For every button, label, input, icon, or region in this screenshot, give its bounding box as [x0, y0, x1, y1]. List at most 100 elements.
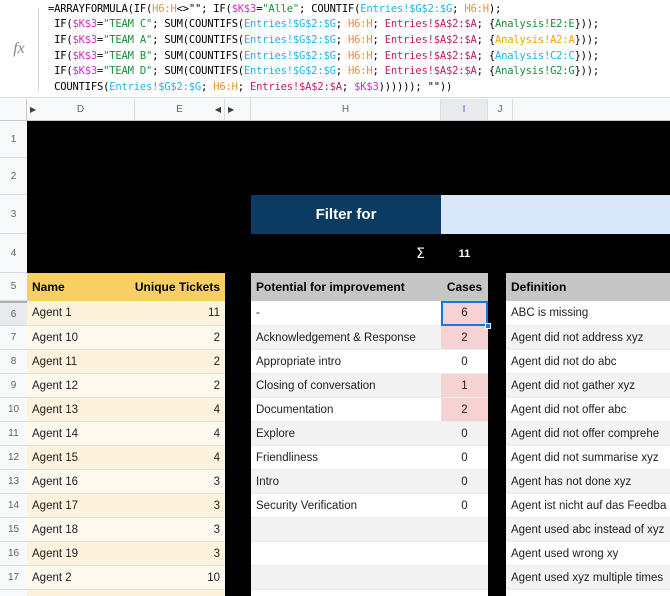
- definition-cell[interactable]: Agent ist nicht auf das Feedba: [506, 494, 670, 518]
- agent-name-cell[interactable]: Agent 17: [27, 494, 135, 518]
- agent-name-cell[interactable]: Agent 12: [27, 374, 135, 398]
- row-header-4[interactable]: 4: [0, 234, 27, 273]
- definition-cell[interactable]: Agent did not gather xyz: [506, 374, 670, 398]
- definition-cell[interactable]: Agent used xyz multiple times: [506, 566, 670, 590]
- potential-cases-cell[interactable]: 0: [441, 470, 488, 494]
- potential-cases-cell[interactable]: 2: [441, 326, 488, 350]
- potential-cases-cell[interactable]: [441, 566, 488, 590]
- potential-cases-cell[interactable]: [441, 542, 488, 566]
- potential-cases-cell[interactable]: 0: [441, 350, 488, 374]
- potential-cases-cell[interactable]: 0: [441, 446, 488, 470]
- definition-cell[interactable]: Agent did not address xyz: [506, 326, 670, 350]
- potential-cases-cell[interactable]: 0: [441, 422, 488, 446]
- agent-tickets-cell[interactable]: 11: [135, 301, 225, 326]
- filter-value-cell[interactable]: [441, 195, 670, 234]
- definition-cell[interactable]: Agent did not do abc: [506, 350, 670, 374]
- potential-label-cell[interactable]: [251, 542, 441, 566]
- row-header-15[interactable]: 15: [0, 518, 27, 542]
- agent-tickets-cell[interactable]: 10: [135, 566, 225, 590]
- potential-cases-cell[interactable]: 2: [441, 398, 488, 422]
- potential-label-cell[interactable]: Closing of conversation: [251, 374, 441, 398]
- potential-label-cell[interactable]: Explore: [251, 422, 441, 446]
- row-header-7[interactable]: 7: [0, 326, 27, 350]
- row-header-14[interactable]: 14: [0, 494, 27, 518]
- definition-cell[interactable]: ABC is missing: [506, 301, 670, 326]
- selection-fill-handle[interactable]: [485, 323, 491, 329]
- row-header-13[interactable]: 13: [0, 470, 27, 494]
- agent-name-cell[interactable]: Agent 11: [27, 350, 135, 374]
- agent-tickets-cell[interactable]: 2: [135, 350, 225, 374]
- potential-label-cell[interactable]: Intro: [251, 470, 441, 494]
- potential-label-cell[interactable]: Acknowledgement & Response: [251, 326, 441, 350]
- expand-right-icon-2[interactable]: ▶: [228, 105, 234, 114]
- potential-label-cell[interactable]: Documentation: [251, 398, 441, 422]
- row-header-8[interactable]: 8: [0, 350, 27, 374]
- header-definition: Definition: [506, 273, 670, 301]
- agent-name-cell[interactable]: Agent 10: [27, 326, 135, 350]
- potential-label-cell[interactable]: -: [251, 301, 441, 326]
- agent-tickets-cell[interactable]: 3: [135, 470, 225, 494]
- column-header-e[interactable]: E ◀: [135, 99, 225, 120]
- row-header-16[interactable]: 16: [0, 542, 27, 566]
- row-header-1[interactable]: 1: [0, 121, 27, 158]
- agent-name-cell[interactable]: Agent 18: [27, 518, 135, 542]
- agent-tickets-cell[interactable]: 3: [135, 590, 225, 596]
- potential-label-cell[interactable]: Friendliness: [251, 446, 441, 470]
- potential-cases-cell[interactable]: [441, 590, 488, 596]
- potential-label-cell[interactable]: Appropriate intro: [251, 350, 441, 374]
- select-all-corner[interactable]: [0, 99, 27, 120]
- agent-name-cell[interactable]: Agent 1: [27, 301, 135, 326]
- potential-cases-cell[interactable]: 1: [441, 374, 488, 398]
- row-header-6[interactable]: 6: [0, 301, 27, 326]
- definition-cell[interactable]: Agents did not perform abc: [506, 590, 670, 596]
- definition-cell[interactable]: Agent has not done xyz: [506, 470, 670, 494]
- agent-name-cell[interactable]: Agent 19: [27, 542, 135, 566]
- row-header-18[interactable]: 18: [0, 590, 27, 596]
- agent-tickets-cell[interactable]: 3: [135, 518, 225, 542]
- row-header-10[interactable]: 10: [0, 398, 27, 422]
- row-header-11[interactable]: 11: [0, 422, 27, 446]
- potential-label-cell[interactable]: [251, 590, 441, 596]
- row-header-label: 5: [10, 281, 17, 292]
- potential-label-cell[interactable]: [251, 566, 441, 590]
- formula-input[interactable]: =ARRAYFORMULA(IF(H6:H<>""; IF($K$3="Alle…: [39, 2, 670, 96]
- row-header-5[interactable]: 5: [0, 273, 27, 301]
- row-header-9[interactable]: 9: [0, 374, 27, 398]
- column-header-h[interactable]: H: [251, 99, 441, 120]
- row-header-17[interactable]: 17: [0, 566, 27, 590]
- row-header-gutter: 12345678910111213141516171819: [0, 121, 27, 596]
- potential-cases-cell[interactable]: 6: [441, 301, 488, 326]
- row-header-2[interactable]: 2: [0, 158, 27, 195]
- definition-cell[interactable]: Agent did not summarise xyz: [506, 446, 670, 470]
- column-header-d[interactable]: ▶ D: [27, 99, 135, 120]
- agent-name-cell[interactable]: Agent 2: [27, 566, 135, 590]
- potential-cases-cell[interactable]: 0: [441, 494, 488, 518]
- definition-cell[interactable]: Agent did not offer comprehe: [506, 422, 670, 446]
- collapse-left-icon[interactable]: ◀: [215, 105, 221, 114]
- agent-tickets-cell[interactable]: 4: [135, 398, 225, 422]
- spreadsheet-grid[interactable]: Filter for Σ 11 Name Unique Tickets Pote…: [0, 121, 670, 596]
- row-header-12[interactable]: 12: [0, 446, 27, 470]
- agent-tickets-cell[interactable]: 4: [135, 422, 225, 446]
- definition-cell[interactable]: Agent used wrong xy: [506, 542, 670, 566]
- definition-cell[interactable]: Agent used abc instead of xyz: [506, 518, 670, 542]
- potential-label-cell[interactable]: Security Verification: [251, 494, 441, 518]
- potential-cases-cell[interactable]: [441, 518, 488, 542]
- agent-name-cell[interactable]: Agent 20: [27, 590, 135, 596]
- column-header-i[interactable]: I: [441, 99, 488, 120]
- agent-tickets-cell[interactable]: 2: [135, 326, 225, 350]
- column-header-j[interactable]: J: [488, 99, 513, 120]
- agent-name-cell[interactable]: Agent 13: [27, 398, 135, 422]
- agent-name-cell[interactable]: Agent 15: [27, 446, 135, 470]
- column-header-g[interactable]: ▶: [225, 99, 251, 120]
- row-header-3[interactable]: 3: [0, 195, 27, 234]
- agent-tickets-cell[interactable]: 4: [135, 446, 225, 470]
- agent-tickets-cell[interactable]: 3: [135, 542, 225, 566]
- agent-tickets-cell[interactable]: 2: [135, 374, 225, 398]
- definition-cell[interactable]: Agent did not offer abc: [506, 398, 670, 422]
- agent-name-cell[interactable]: Agent 16: [27, 470, 135, 494]
- agent-tickets-cell[interactable]: 3: [135, 494, 225, 518]
- potential-label-cell[interactable]: [251, 518, 441, 542]
- agent-name-cell[interactable]: Agent 14: [27, 422, 135, 446]
- expand-right-icon[interactable]: ▶: [30, 105, 36, 114]
